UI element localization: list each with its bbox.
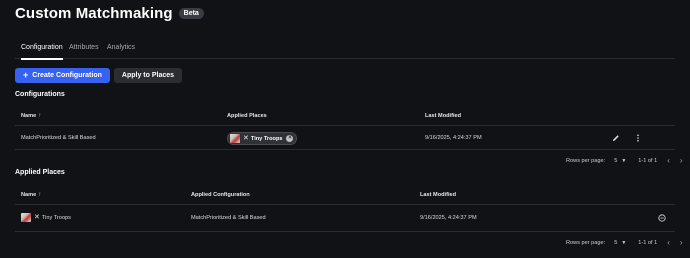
- applied-place-chip[interactable]: ✕ Tiny Troops ×: [227, 132, 298, 145]
- column-header-name[interactable]: Name ↑: [21, 113, 41, 119]
- rows-per-page-label: Rows per page:: [566, 239, 606, 246]
- place-name-cell: ✕ Tiny Troops: [21, 213, 71, 222]
- rows-per-page-value: 5: [614, 157, 618, 164]
- applied-places-section-title: Applied Places: [15, 169, 65, 176]
- tab-analytics[interactable]: Analytics: [107, 42, 135, 59]
- pagination-range: 1-1 of 1: [638, 157, 658, 164]
- rows-per-page-value: 5: [614, 239, 618, 246]
- create-configuration-button[interactable]: + Create Configuration: [15, 68, 110, 83]
- column-header-name[interactable]: Name ↑: [21, 192, 41, 198]
- custom-matchmaking-page: Custom Matchmaking Beta Configuration At…: [0, 0, 690, 258]
- chevron-right-icon[interactable]: ›: [680, 238, 683, 247]
- pagination-range: 1-1 of 1: [638, 239, 658, 246]
- tab-bar: Configuration Attributes Analytics: [15, 42, 675, 60]
- apply-to-places-button[interactable]: Apply to Places: [113, 68, 183, 83]
- rows-per-page-label: Rows per page:: [566, 157, 606, 164]
- place-name: Tiny Troops: [41, 214, 71, 221]
- configurations-pagination: Rows per page: 5 ▼ 1-1 of 1 ‹ ›: [566, 156, 683, 165]
- place-thumbnail: [21, 213, 31, 222]
- plus-icon: +: [23, 70, 29, 80]
- kebab-icon: [637, 134, 639, 142]
- remove-place-button[interactable]: [657, 213, 667, 223]
- page-title: Custom Matchmaking: [15, 5, 173, 22]
- configurations-table-header: Name ↑ Applied Places Last Modified: [15, 106, 675, 126]
- applied-places-table-header: Name ↑ Applied Configuration Last Modifie…: [15, 185, 675, 205]
- title-row: Custom Matchmaking Beta: [15, 5, 204, 22]
- action-bar: + Create Configuration Apply to Places: [15, 68, 183, 83]
- configuration-name: MatchPrioritized & Skill Based: [21, 135, 96, 141]
- applied-places-pagination: Rows per page: 5 ▼ 1-1 of 1 ‹ ›: [566, 238, 683, 247]
- pencil-icon: [613, 135, 619, 141]
- minus-circle-icon: [658, 214, 666, 222]
- configurations-section-title: Configurations: [15, 91, 65, 98]
- rows-per-page-select[interactable]: 5 ▼: [614, 240, 626, 246]
- edit-button[interactable]: [611, 133, 621, 143]
- table-row[interactable]: ✕ Tiny Troops MatchPrioritized & Skill B…: [15, 205, 675, 232]
- close-icon: ✕: [34, 214, 40, 221]
- rows-per-page-select[interactable]: 5 ▼: [614, 158, 626, 164]
- column-header-applied-places: Applied Places: [227, 113, 267, 119]
- applied-place-name: Tiny Troops: [250, 135, 283, 142]
- column-header-last-modified: Last Modified: [420, 192, 457, 198]
- chevron-left-icon[interactable]: ‹: [667, 238, 670, 247]
- column-header-applied-configuration: Applied Configuration: [191, 192, 250, 198]
- column-header-name-label: Name: [21, 113, 37, 119]
- table-row[interactable]: MatchPrioritized & Skill Based ✕ Tiny Tr…: [15, 126, 675, 150]
- more-options-button[interactable]: [633, 133, 643, 143]
- arrow-up-icon: ↑: [38, 192, 42, 198]
- close-circle-icon[interactable]: ×: [286, 135, 294, 142]
- create-configuration-label: Create Configuration: [32, 72, 102, 79]
- tab-configuration[interactable]: Configuration: [21, 42, 63, 60]
- caret-down-icon: ▼: [621, 239, 627, 246]
- column-header-last-modified: Last Modified: [425, 113, 462, 119]
- place-thumbnail: [230, 134, 240, 143]
- tab-attributes[interactable]: Attributes: [69, 42, 99, 59]
- chevron-right-icon[interactable]: ›: [680, 156, 683, 165]
- caret-down-icon: ▼: [621, 157, 627, 164]
- close-icon: ✕: [243, 135, 249, 142]
- chevron-left-icon[interactable]: ‹: [667, 156, 670, 165]
- place-last-modified: 9/16/2025, 4:24:37 PM: [420, 215, 477, 221]
- column-header-name-label: Name: [21, 192, 37, 198]
- beta-badge: Beta: [178, 8, 204, 19]
- arrow-up-icon: ↑: [38, 113, 42, 119]
- configuration-last-modified: 9/16/2025, 4:24:37 PM: [425, 135, 482, 141]
- applied-configuration-name: MatchPrioritized & Skill Based: [191, 215, 266, 221]
